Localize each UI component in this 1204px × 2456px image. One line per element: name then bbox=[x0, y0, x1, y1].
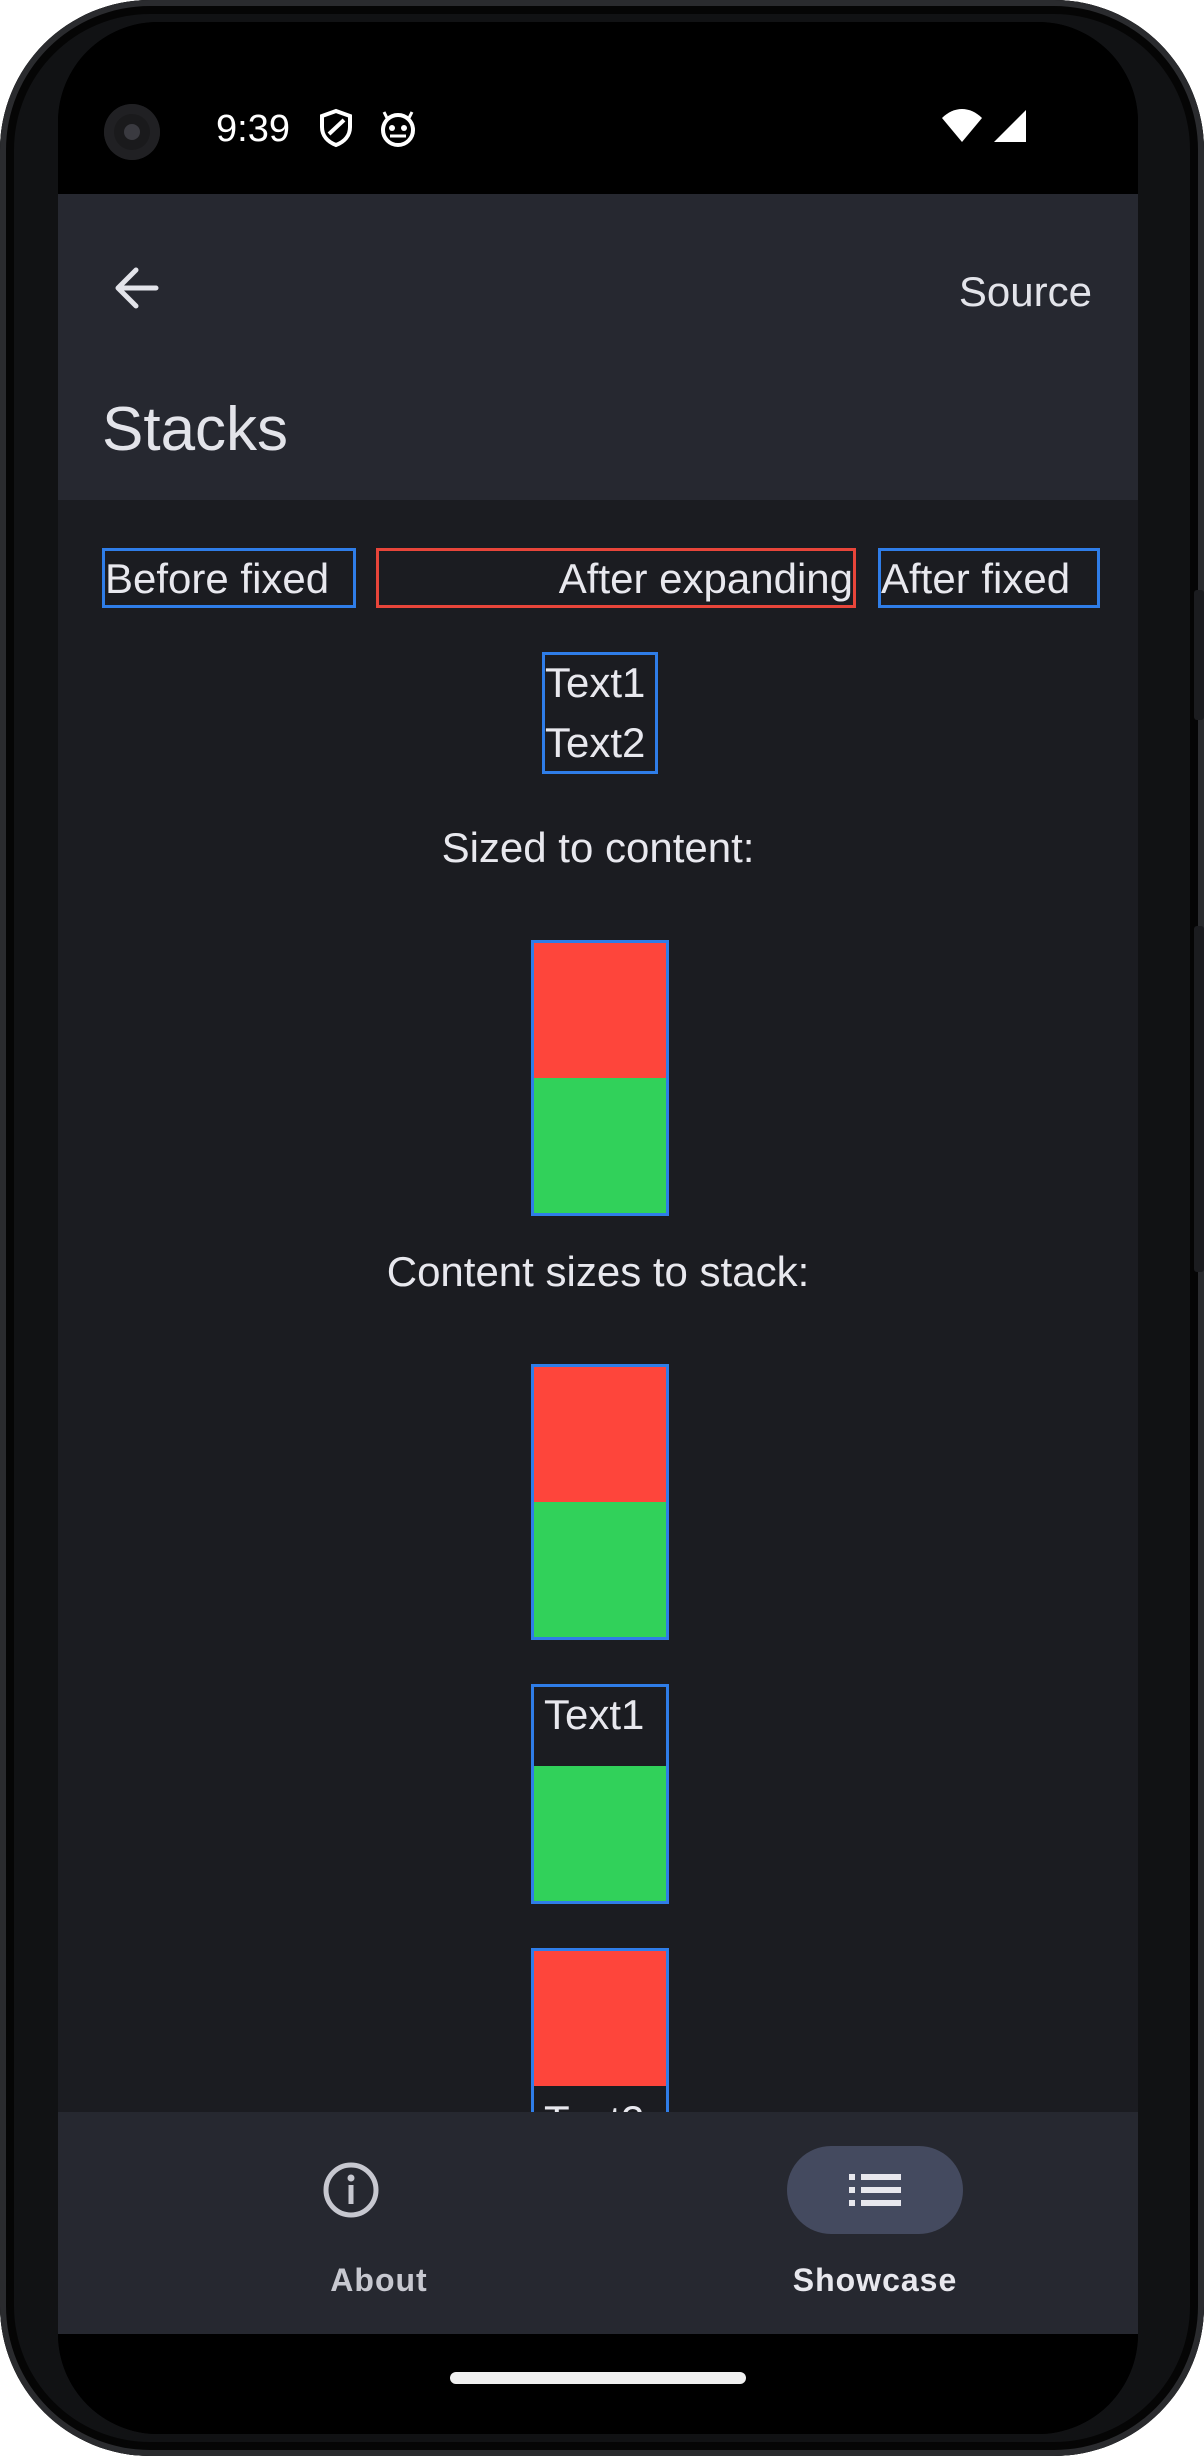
home-indicator[interactable] bbox=[450, 2372, 746, 2384]
page-title: Stacks bbox=[102, 395, 289, 464]
back-button[interactable] bbox=[100, 252, 172, 324]
power-button bbox=[1194, 926, 1204, 1272]
source-button[interactable]: Source bbox=[959, 268, 1092, 316]
before-fixed-label: Before fixed bbox=[105, 555, 330, 602]
screen: 9:39 Source Stacks Before fixed After ex… bbox=[58, 22, 1138, 2434]
sized-stack bbox=[531, 940, 669, 1216]
green-square bbox=[534, 1078, 666, 1213]
shield-icon bbox=[320, 108, 352, 148]
filled-stack-1 bbox=[531, 1364, 669, 1640]
wifi-icon bbox=[942, 109, 982, 142]
signal-icon bbox=[994, 110, 1026, 142]
content-sizes-heading: Content sizes to stack: bbox=[386, 1248, 810, 1295]
vstack-text1: Text1 bbox=[545, 659, 646, 706]
green-square bbox=[534, 1766, 666, 1901]
red-square bbox=[534, 943, 666, 1078]
after-expanding-box: After expanding bbox=[376, 548, 856, 608]
bottom-navigation: About Showcase bbox=[58, 2112, 1138, 2334]
arrow-back-icon bbox=[115, 267, 159, 309]
filled-stack-2: Text1 bbox=[531, 1684, 669, 1904]
filled-stack-3: Text2 bbox=[531, 1948, 669, 2112]
gesture-area bbox=[58, 2334, 1138, 2434]
stack-text1: Text1 bbox=[544, 1691, 645, 1738]
stacks-content: Before fixed After expanding After fixed… bbox=[58, 500, 1138, 2112]
after-fixed-label: After fixed bbox=[881, 555, 1071, 602]
after-expanding-label: After expanding bbox=[558, 555, 853, 602]
volume-button bbox=[1194, 590, 1204, 720]
status-bar: 9:39 bbox=[58, 22, 1138, 194]
robot-icon bbox=[381, 111, 415, 147]
green-square bbox=[534, 1502, 666, 1637]
top-app-bar: Source Stacks bbox=[58, 194, 1138, 500]
sized-to-content-heading: Sized to content: bbox=[441, 824, 755, 871]
red-square bbox=[534, 1367, 666, 1502]
vstack-text2: Text2 bbox=[545, 719, 646, 766]
front-camera bbox=[104, 104, 160, 160]
nav-item-about[interactable]: About bbox=[118, 2112, 658, 2334]
red-square bbox=[534, 1951, 666, 2086]
after-fixed-box: After fixed bbox=[878, 548, 1100, 608]
nav-label-about: About bbox=[330, 2262, 428, 2298]
text-vstack: Text1 Text2 bbox=[542, 652, 658, 774]
status-time: 9:39 bbox=[216, 108, 290, 150]
nav-label-showcase: Showcase bbox=[792, 2262, 958, 2298]
stack-text2: Text2 bbox=[544, 2097, 644, 2112]
phone-frame: 9:39 Source Stacks Before fixed After ex… bbox=[0, 0, 1204, 2456]
list-icon bbox=[845, 2160, 905, 2220]
before-fixed-box: Before fixed bbox=[102, 548, 356, 608]
info-icon bbox=[321, 2160, 381, 2220]
nav-item-showcase[interactable]: Showcase bbox=[598, 2112, 1138, 2334]
